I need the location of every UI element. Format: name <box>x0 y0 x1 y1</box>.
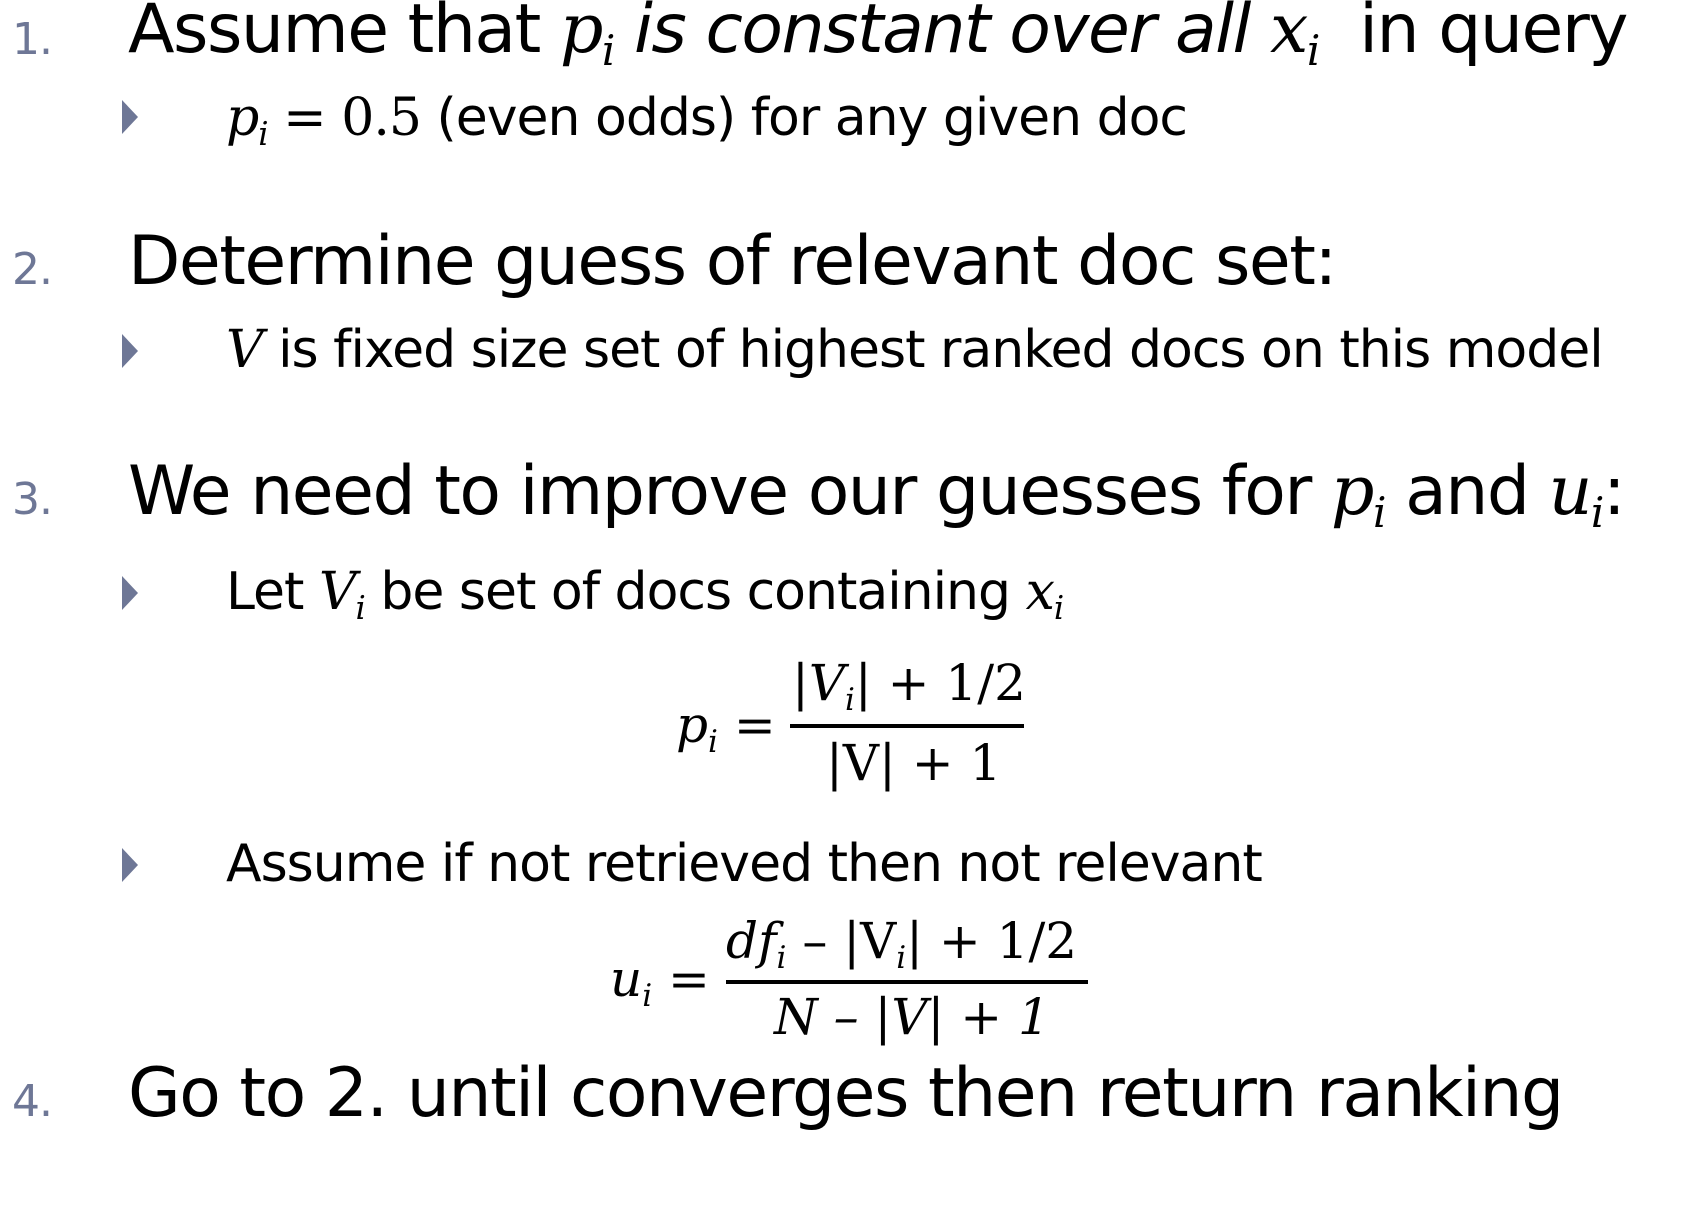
math-var-p: p <box>559 0 604 69</box>
step-3-bullet-2: Assume if not retrieved then not relevan… <box>226 834 1263 894</box>
step-2-text: Determine guess of relevant doc set: <box>128 222 1337 301</box>
numerator-minus-v: – |V <box>802 912 897 970</box>
bullet-arrow-icon <box>122 334 138 368</box>
step-2-bullet-text: is fixed size set of highest ranked docs… <box>278 320 1604 380</box>
bullet-arrow-icon <box>122 576 138 610</box>
formula-denominator: N – |V| + 1 <box>774 992 1050 1042</box>
step-3-text: We need to improve our guesses for pi an… <box>128 458 1626 535</box>
math-sub-i: i <box>708 723 718 760</box>
step-1-text-c: in query <box>1359 0 1628 69</box>
numerator-plus-half: | + 1/2 <box>906 912 1078 970</box>
step-1-bullet-text: (even odds) for any given doc <box>436 88 1188 148</box>
step-3-bullet-1-text-a: Let <box>226 562 304 622</box>
step-3-colon: : <box>1602 452 1626 531</box>
formula-denominator: |V| + 1 <box>826 734 1002 792</box>
math-sub-i: i <box>355 589 366 628</box>
formula-lhs: pi = <box>676 700 776 757</box>
step-3-text-a: We need to improve our guesses for <box>128 452 1312 531</box>
math-var-p: p <box>1330 452 1375 531</box>
step-4-text: Go to 2. until converges then return ran… <box>128 1054 1564 1133</box>
math-var-u: u <box>610 950 643 1008</box>
math-var-v: V <box>318 562 357 622</box>
math-sub-i: i <box>1372 488 1386 538</box>
math-var-u: u <box>1548 452 1593 531</box>
step-3-text-b: and <box>1405 452 1530 531</box>
math-sub-i: i <box>896 939 907 976</box>
math-var-x: x <box>1025 562 1055 622</box>
formula-p-i: pi = |Vi| + 1/2 |V| + 1 <box>676 650 1056 800</box>
math-sub-i: i <box>601 26 615 76</box>
step-1-text-a: Assume that <box>128 0 541 69</box>
math-sub-i: i <box>642 977 653 1014</box>
step-1-bullet: pi = 0.5 (even odds) for any given doc <box>226 92 1188 150</box>
formula-u-i: ui = dfi – |Vi| + 1/2 N – |V| + 1 <box>610 910 1130 1050</box>
formula-lhs: ui = <box>610 954 710 1011</box>
math-sub-i: i <box>1306 26 1320 76</box>
numerator-df: df <box>726 912 777 970</box>
step-number: 1. <box>12 14 53 65</box>
formula-numerator: dfi – |Vi| + 1/2 <box>726 916 1077 973</box>
bullet-arrow-icon <box>122 848 138 882</box>
math-sub-i: i <box>258 115 268 154</box>
fraction-bar <box>790 724 1024 728</box>
step-3-bullet-1: Let Vi be set of docs containing xi <box>226 566 1064 624</box>
fraction-bar <box>726 980 1088 984</box>
step-number: 4. <box>12 1076 53 1127</box>
step-number: 2. <box>12 244 53 295</box>
denominator: N – |V| + 1 <box>774 988 1050 1046</box>
bullet-arrow-icon <box>122 100 138 134</box>
math-sub-i: i <box>776 939 787 976</box>
math-sub-i: i <box>1590 488 1604 538</box>
step-2-bullet: V is fixed size set of highest ranked do… <box>226 324 1604 376</box>
math-var-p: p <box>226 88 259 148</box>
math-var-v: V <box>226 320 264 380</box>
math-sub-i: i <box>1053 589 1064 628</box>
formula-numerator: |Vi| + 1/2 <box>792 658 1026 715</box>
step-1-text: Assume that pi is constant over all xi i… <box>128 0 1629 72</box>
step-1-text-b: is constant over all <box>634 0 1251 69</box>
step-3-bullet-1-text-b: be set of docs containing <box>380 562 1011 622</box>
math-var-x: x <box>1270 0 1308 69</box>
math-eq: = <box>733 696 776 754</box>
math-eq: = <box>668 950 710 1008</box>
step-number: 3. <box>12 474 53 525</box>
math-var-p: p <box>676 696 709 754</box>
math-sub-i: i <box>844 681 855 718</box>
numerator-b: | + 1/2 <box>854 654 1026 712</box>
math-eq: = 0.5 <box>283 88 422 148</box>
numerator-a: |V <box>792 654 845 712</box>
